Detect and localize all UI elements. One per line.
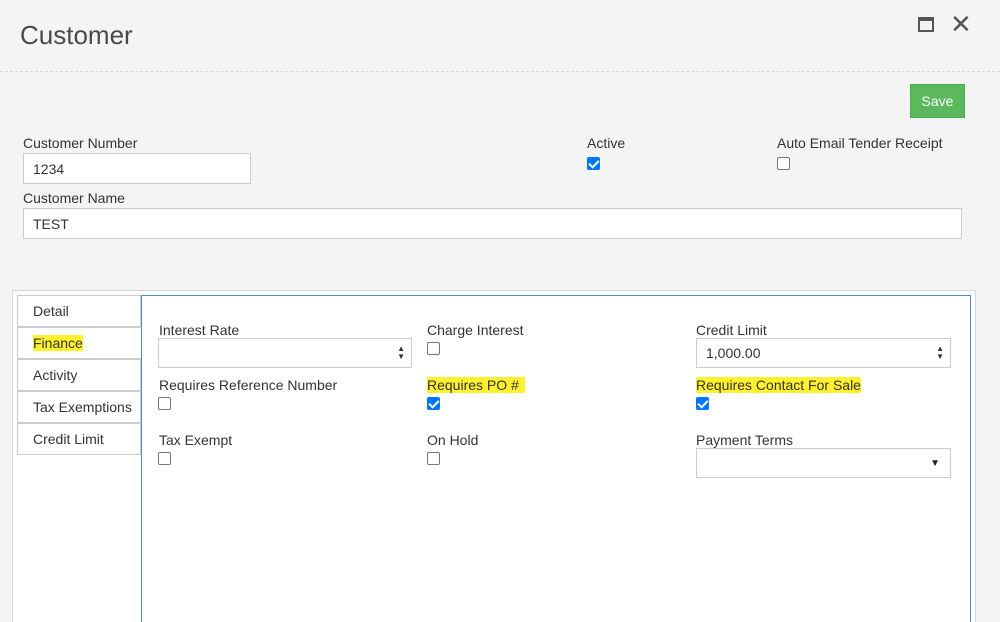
customer-name-label: Customer Name xyxy=(23,190,125,206)
dropdown-arrow-icon: ▼ xyxy=(930,458,940,469)
tab-activity-label: Activity xyxy=(33,367,78,383)
tax-exempt-label: Tax Exempt xyxy=(159,432,233,448)
on-hold-label: On Hold xyxy=(427,432,479,448)
auto-email-label: Auto Email Tender Receipt xyxy=(777,135,943,151)
customer-name-input[interactable] xyxy=(23,208,962,239)
active-label: Active xyxy=(587,135,626,151)
charge-interest-checkbox[interactable] xyxy=(427,342,440,355)
auto-email-checkbox[interactable] xyxy=(777,157,790,170)
requires-po-label: Requires PO # xyxy=(427,377,525,393)
requires-reference-checkbox[interactable] xyxy=(158,397,171,410)
spinner-icon[interactable]: ▲ ▼ xyxy=(936,345,944,361)
dialog-header: Customer ✕ xyxy=(0,0,1000,72)
credit-limit-label: Credit Limit xyxy=(696,322,767,338)
interest-rate-label: Interest Rate xyxy=(159,322,240,338)
tab-finance-label: Finance xyxy=(33,335,83,351)
spinner-icon[interactable]: ▲ ▼ xyxy=(397,345,405,361)
tab-credit-limit-label: Credit Limit xyxy=(33,431,104,447)
requires-contact-label: Requires Contact For Sale xyxy=(696,377,861,393)
requires-reference-label: Requires Reference Number xyxy=(159,377,338,393)
on-hold-checkbox[interactable] xyxy=(427,452,440,465)
tax-exempt-checkbox[interactable] xyxy=(158,452,171,465)
requires-contact-checkbox[interactable] xyxy=(696,397,709,410)
payment-terms-label: Payment Terms xyxy=(696,432,793,448)
credit-limit-value: 1,000.00 xyxy=(706,345,761,361)
interest-rate-input[interactable]: ▲ ▼ xyxy=(158,338,412,368)
credit-limit-input[interactable]: 1,000.00 ▲ ▼ xyxy=(696,338,951,368)
close-icon[interactable]: ✕ xyxy=(950,10,972,38)
customer-number-label: Customer Number xyxy=(23,135,138,151)
customer-number-input[interactable] xyxy=(23,153,251,184)
tab-tax-exemptions[interactable]: Tax Exemptions xyxy=(17,391,141,423)
tab-detail-label: Detail xyxy=(33,303,69,319)
requires-po-checkbox[interactable] xyxy=(427,397,440,410)
tab-activity[interactable]: Activity xyxy=(17,359,141,391)
maximize-icon[interactable] xyxy=(918,17,934,32)
charge-interest-label: Charge Interest xyxy=(427,322,524,338)
payment-terms-select[interactable]: ▼ xyxy=(696,448,951,478)
tab-detail[interactable]: Detail xyxy=(17,295,141,327)
tab-finance[interactable]: Finance xyxy=(17,327,141,359)
active-checkbox[interactable] xyxy=(587,157,600,170)
tab-credit-limit[interactable]: Credit Limit xyxy=(17,423,141,455)
dialog-title: Customer xyxy=(20,20,133,50)
tab-tax-exemptions-label: Tax Exemptions xyxy=(33,399,132,415)
save-button[interactable]: Save xyxy=(910,84,965,118)
